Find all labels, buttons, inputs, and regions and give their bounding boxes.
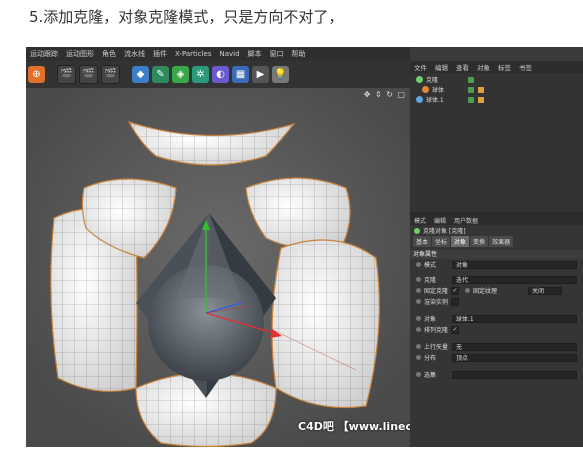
sphere-icon (416, 96, 423, 103)
clone-select[interactable]: 迭代 (452, 275, 577, 284)
animate-dot-icon[interactable] (416, 288, 421, 293)
right-petal (271, 239, 380, 409)
watermark-text: C4D吧 【www.linecg.com/tieba/1799】 (298, 420, 410, 433)
object-link-field[interactable]: 球体.1 (452, 314, 577, 323)
menu-item-window[interactable]: 窗口 (266, 49, 288, 59)
animate-dot-icon[interactable] (416, 277, 421, 282)
tab-effectors[interactable]: 效果器 (489, 236, 514, 247)
c4d-window: 运动跟踪 运动图形 角色 流水线 插件 X-Particles Navid 脚本… (26, 47, 583, 447)
render-settings-icon[interactable]: 🎬 (101, 65, 120, 84)
cloner-icon (414, 227, 420, 234)
up-vector-row: 上行矢量 无 (410, 341, 583, 352)
cloner-icon (416, 76, 423, 83)
menu-item-xparticles[interactable]: X-Particles (171, 50, 215, 58)
fix-clone-checkbox[interactable]: ✓ (451, 286, 460, 295)
tab-object[interactable]: 对象 (451, 236, 470, 247)
animate-dot-icon[interactable] (416, 316, 421, 321)
animate-dot-icon[interactable] (465, 288, 471, 293)
om-menu-edit[interactable]: 编辑 (431, 62, 452, 72)
3d-viewport[interactable]: ✥ ⇕ ↻ ▢ C4D吧 【www.linecg.com/tieba/1799】 (26, 88, 410, 447)
object-row-sphere-1[interactable]: 球体.1 (410, 95, 583, 104)
clone-row: 克隆 迭代 (410, 274, 583, 285)
object-link-row: 对象 球体.1 (410, 313, 583, 324)
menu-item-navid[interactable]: Navid (215, 50, 243, 58)
mode-select[interactable]: 对象 (452, 260, 577, 269)
fix-clone-row: 固定克隆 ✓ 固定纹理 关闭 (410, 285, 583, 296)
distribution-row: 分布 顶点 (410, 352, 583, 363)
animate-dot-icon[interactable] (416, 344, 421, 349)
mode-row: 模式 对象 (410, 259, 583, 270)
deformer-icon[interactable]: ◐ (212, 66, 229, 83)
attribute-header: 克隆对象 [克隆] (410, 225, 583, 236)
animate-dot-icon[interactable] (416, 327, 421, 332)
am-menu-edit[interactable]: 编辑 (430, 216, 450, 225)
object-manager: 文件 编辑 查看 对象 标签 书签 克隆 球体 球体.1 (410, 61, 583, 212)
visibility-check[interactable] (468, 96, 474, 103)
cloner-icon[interactable]: ✲ (192, 66, 209, 83)
tab-coord[interactable]: 坐标 (432, 236, 451, 247)
transform-icon[interactable]: ⊕ (28, 66, 45, 83)
render-picture-icon[interactable]: 🎬 (79, 65, 98, 84)
tag-icon[interactable] (478, 96, 484, 103)
section-title: 对象属性 (410, 250, 583, 259)
render-instance-checkbox[interactable] (451, 297, 460, 306)
viewport-scene (26, 88, 410, 447)
menu-item-tracking[interactable]: 运动跟踪 (26, 49, 62, 59)
caption-text: 5.添加克隆，对象克隆模式，只是方向不对了， (29, 8, 344, 26)
visibility-check[interactable] (468, 86, 474, 93)
viewport-nav-icons[interactable]: ✥ ⇕ ↻ ▢ (364, 90, 406, 99)
attribute-manager: 模式 编辑 用户数据 克隆对象 [克隆] 基本 坐标 对象 变换 效果器 对象属… (410, 215, 583, 447)
object-row-sphere[interactable]: 球体 (410, 85, 583, 94)
menu-item-plugins[interactable]: 插件 (149, 49, 171, 59)
animate-dot-icon[interactable] (416, 355, 421, 360)
object-row-cloner[interactable]: 克隆 (410, 75, 583, 84)
fix-texture-select[interactable]: 关闭 (528, 286, 562, 295)
attribute-subtabs: 基本 坐标 对象 变换 效果器 (410, 236, 583, 247)
render-view-icon[interactable]: 🎬 (57, 65, 76, 84)
am-menu-mode[interactable]: 模式 (410, 216, 430, 225)
up-vector-select[interactable]: 无 (452, 342, 577, 351)
om-menu-tags[interactable]: 标签 (494, 62, 515, 72)
menu-item-character[interactable]: 角色 (98, 49, 120, 59)
animate-dot-icon[interactable] (416, 299, 421, 304)
light-icon[interactable]: 💡 (272, 66, 289, 83)
menu-item-script[interactable]: 脚本 (244, 49, 266, 59)
menu-item-mograph[interactable]: 运动图形 (62, 49, 98, 59)
render-instance-row: 渲染实例 (410, 296, 583, 307)
floor-icon[interactable]: ▦ (232, 66, 249, 83)
cube-icon[interactable]: ◆ (132, 66, 149, 83)
menu-bar: 运动跟踪 运动图形 角色 流水线 插件 X-Particles Navid 脚本… (26, 47, 410, 61)
arrange-checkbox[interactable]: ✓ (451, 325, 460, 334)
menu-item-pipeline[interactable]: 流水线 (120, 49, 149, 59)
om-menu-view[interactable]: 查看 (452, 62, 473, 72)
object-manager-menu: 文件 编辑 查看 对象 标签 书签 (410, 61, 583, 73)
am-menu-userdata[interactable]: 用户数据 (450, 216, 482, 225)
selection-row: 选集 (410, 369, 583, 380)
tab-transform[interactable]: 变换 (470, 236, 489, 247)
menu-item-help[interactable]: 帮助 (288, 49, 310, 59)
om-menu-file[interactable]: 文件 (410, 62, 431, 72)
om-menu-object[interactable]: 对象 (473, 62, 494, 72)
tag-icon[interactable] (478, 86, 484, 93)
om-menu-bookmarks[interactable]: 书签 (515, 62, 536, 72)
animate-dot-icon[interactable] (416, 262, 421, 267)
distribution-select[interactable]: 顶点 (452, 353, 577, 362)
visibility-check[interactable] (468, 76, 474, 83)
camera-icon[interactable]: ▶ (252, 66, 269, 83)
selection-field[interactable] (452, 370, 577, 379)
arrange-row: 排列克隆 ✓ (410, 324, 583, 335)
sphere-icon (422, 86, 429, 93)
tab-basic[interactable]: 基本 (413, 236, 432, 247)
pen-icon[interactable]: ✎ (152, 66, 169, 83)
toolbar: ⊕ 🎬 🎬 🎬 ◆ ✎ ◈ ✲ ◐ ▦ ▶ 💡 (26, 61, 410, 88)
animate-dot-icon[interactable] (416, 372, 421, 377)
attribute-manager-menu: 模式 编辑 用户数据 (410, 215, 583, 225)
subdivision-icon[interactable]: ◈ (172, 66, 189, 83)
